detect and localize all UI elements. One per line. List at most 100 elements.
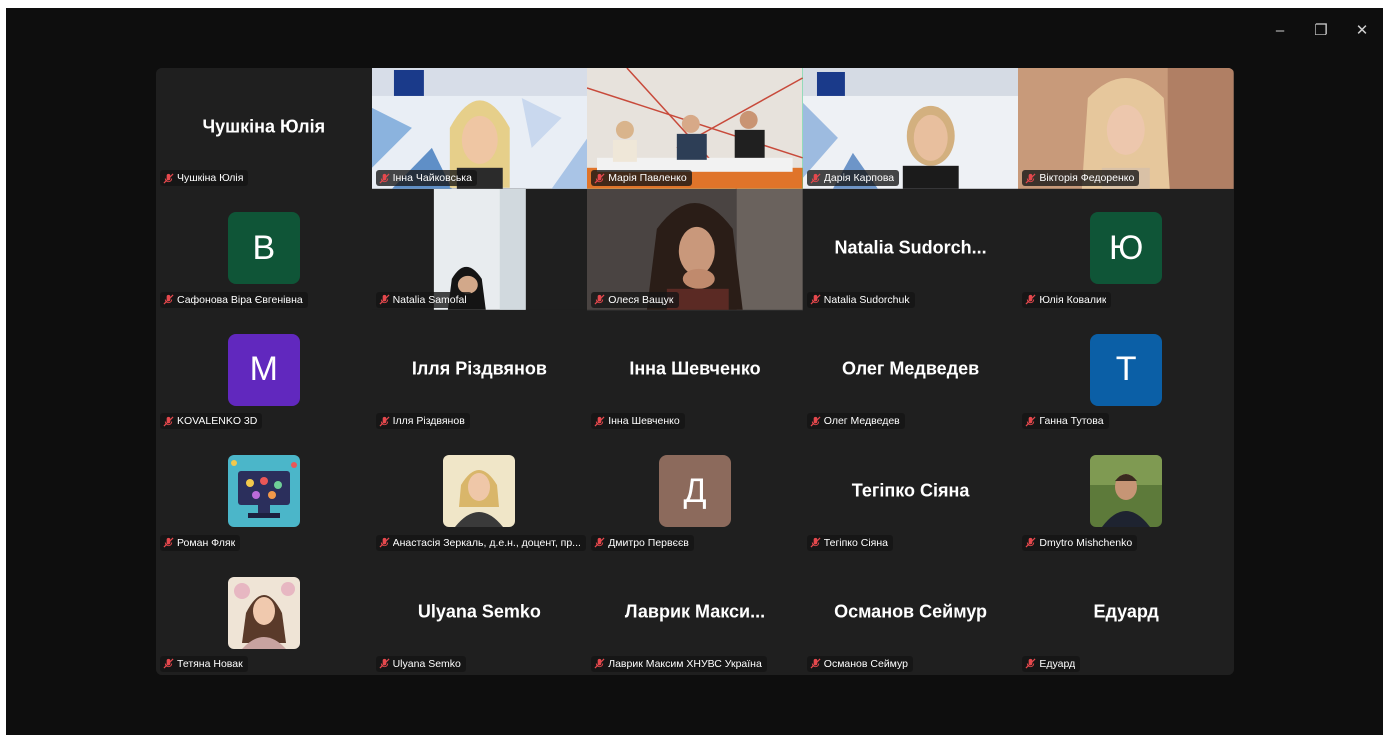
- participant-display-name: Ulyana Semko: [417, 601, 541, 622]
- participant-name: Чушкіна Юлія: [177, 172, 244, 185]
- participant-name: Дмитро Первєєв: [608, 536, 689, 549]
- participant-name: Юлія Ковалик: [1039, 293, 1107, 306]
- participant-tile[interactable]: Лаврик Макси... Лаврик Максим ХНУВС Укра…: [587, 553, 803, 675]
- mic-muted-icon: [594, 173, 605, 184]
- close-icon[interactable]: ✕: [1350, 20, 1374, 40]
- participant-tile[interactable]: Едуард Едуард: [1018, 553, 1234, 675]
- gallery-grid: Чушкіна Юлія Чушкіна Юлія Інна Чайковськ…: [156, 68, 1234, 675]
- name-label: Тегіпко Сіяна: [806, 534, 894, 551]
- mic-muted-icon: [594, 416, 605, 427]
- participant-tile[interactable]: Dmytro Mishchenko: [1018, 432, 1234, 554]
- mic-muted-icon: [594, 537, 605, 548]
- mic-muted-icon: [379, 294, 390, 305]
- participant-name: Інна Чайковська: [392, 172, 472, 185]
- participant-tile[interactable]: Ulyana Semko Ulyana Semko: [371, 553, 588, 675]
- avatar: M: [227, 333, 300, 406]
- mic-muted-icon: [594, 294, 605, 305]
- minimize-icon[interactable]: –: [1268, 20, 1292, 40]
- mic-muted-icon: [163, 294, 174, 305]
- name-label: Анастасія Зеркаль, д.е.н., доцент, пр...: [375, 534, 586, 551]
- participant-name: Natalia Sudorchuk: [823, 293, 910, 306]
- participant-name: Олег Медведев: [823, 415, 900, 428]
- participant-name: Олеся Ващук: [608, 293, 674, 306]
- participant-tile[interactable]: Олег Медведев Олег Медведев: [802, 310, 1019, 433]
- name-label: Ulyana Semko: [375, 655, 466, 672]
- participant-tile[interactable]: Чушкіна Юлія Чушкіна Юлія: [156, 68, 372, 190]
- participant-name: Natalia Samofal: [392, 293, 467, 306]
- participant-name: Тегіпко Сіяна: [823, 536, 889, 549]
- participant-tile[interactable]: Анастасія Зеркаль, д.е.н., доцент, пр...: [371, 432, 588, 554]
- participant-display-name: Лаврик Макси...: [624, 601, 766, 622]
- participant-tile[interactable]: Інна Шевченко Інна Шевченко: [587, 310, 803, 433]
- participant-name: Лаврик Максим ХНУВС Україна: [608, 657, 762, 670]
- participant-display-name: Тегіпко Сіяна: [851, 480, 970, 501]
- participant-video-tile[interactable]: Інна Чайковська: [371, 68, 588, 190]
- mic-muted-icon: [1025, 537, 1036, 548]
- participant-tile[interactable]: M KOVALENKO 3D: [156, 310, 372, 433]
- name-label: Юлія Ковалик: [1022, 291, 1112, 308]
- participant-display-name: Ілля Різдвянов: [411, 358, 547, 379]
- participant-tile[interactable]: Ю Юлія Ковалик: [1018, 189, 1234, 311]
- name-label: Dmytro Mishchenko: [1022, 534, 1138, 551]
- mic-muted-icon: [163, 537, 174, 548]
- mic-muted-icon: [810, 294, 821, 305]
- name-label: Сафонова Віра Євгенівна: [160, 291, 308, 308]
- participant-name: Османов Сеймур: [823, 657, 908, 670]
- participant-name: Роман Фляк: [177, 536, 236, 549]
- name-label: Інна Шевченко: [591, 413, 685, 430]
- mic-muted-icon: [379, 537, 390, 548]
- participant-tile[interactable]: Османов Сеймур Османов Сеймур: [802, 553, 1019, 675]
- participant-name: Едуард: [1039, 657, 1076, 670]
- participant-video-tile[interactable]: Олеся Ващук: [587, 189, 803, 311]
- meeting-window: – ❐ ✕ Чушкіна Юлія Чушкіна Юлія Інна Чай…: [6, 8, 1383, 735]
- participant-tile[interactable]: Тегіпко Сіяна Тегіпко Сіяна: [802, 432, 1019, 554]
- participant-display-name: Інна Шевченко: [629, 358, 761, 379]
- participant-tile[interactable]: Д Дмитро Первєєв: [587, 432, 803, 554]
- participant-name: Ганна Тутова: [1039, 415, 1104, 428]
- mic-muted-icon: [379, 416, 390, 427]
- portrait-photo: [443, 455, 516, 528]
- participant-name: Анастасія Зеркаль, д.е.н., доцент, пр...: [392, 536, 581, 549]
- participant-name: Вікторія Федоренко: [1039, 172, 1135, 185]
- avatar: Д: [658, 455, 731, 528]
- participant-video-tile[interactable]: Natalia Samofal: [371, 189, 588, 311]
- name-label: KOVALENKO 3D: [160, 413, 263, 430]
- mic-muted-icon: [810, 537, 821, 548]
- name-label: Роман Фляк: [160, 534, 241, 551]
- mic-muted-icon: [1025, 416, 1036, 427]
- participant-display-name: Османов Сеймур: [834, 601, 988, 622]
- name-label: Дмитро Первєєв: [591, 534, 694, 551]
- participant-video-tile[interactable]: Дарія Карпова: [802, 68, 1019, 190]
- name-label: Олеся Ващук: [591, 291, 679, 308]
- name-label: Дарія Карпова: [806, 170, 900, 187]
- name-label: Олег Медведев: [806, 413, 905, 430]
- participant-tile[interactable]: В Сафонова Віра Євгенівна: [156, 189, 372, 311]
- participant-name: Марія Павленко: [608, 172, 687, 185]
- avatar: В: [227, 212, 300, 285]
- name-label: Ганна Тутова: [1022, 413, 1109, 430]
- name-label: Natalia Sudorchuk: [806, 291, 915, 308]
- avatar: Ю: [1090, 212, 1163, 285]
- participant-name: Dmytro Mishchenko: [1039, 536, 1133, 549]
- mic-muted-icon: [810, 416, 821, 427]
- participant-tile[interactable]: Роман Фляк: [156, 432, 372, 554]
- mic-muted-icon: [810, 658, 821, 669]
- name-label: Едуард: [1022, 655, 1081, 672]
- avatar: T: [1090, 333, 1163, 406]
- computer-illustration-icon: [227, 455, 300, 528]
- restore-icon[interactable]: ❐: [1309, 20, 1333, 40]
- mic-muted-icon: [810, 173, 821, 184]
- participant-video-tile[interactable]: Вікторія Федоренко: [1018, 68, 1234, 190]
- active-speaker-tile[interactable]: Марія Павленко: [587, 68, 803, 190]
- participant-tile[interactable]: Ілля Різдвянов Ілля Різдвянов: [371, 310, 588, 433]
- name-label: Тетяна Новак: [160, 655, 248, 672]
- name-label: Османов Сеймур: [806, 655, 913, 672]
- mic-muted-icon: [163, 416, 174, 427]
- mic-muted-icon: [1025, 173, 1036, 184]
- name-label: Чушкіна Юлія: [160, 170, 249, 187]
- participant-tile[interactable]: Тетяна Новак: [156, 553, 372, 675]
- participant-name: Ulyana Semko: [392, 657, 461, 670]
- participant-tile[interactable]: Natalia Sudorch... Natalia Sudorchuk: [802, 189, 1019, 311]
- name-label: Марія Павленко: [591, 170, 692, 187]
- participant-tile[interactable]: T Ганна Тутова: [1018, 310, 1234, 433]
